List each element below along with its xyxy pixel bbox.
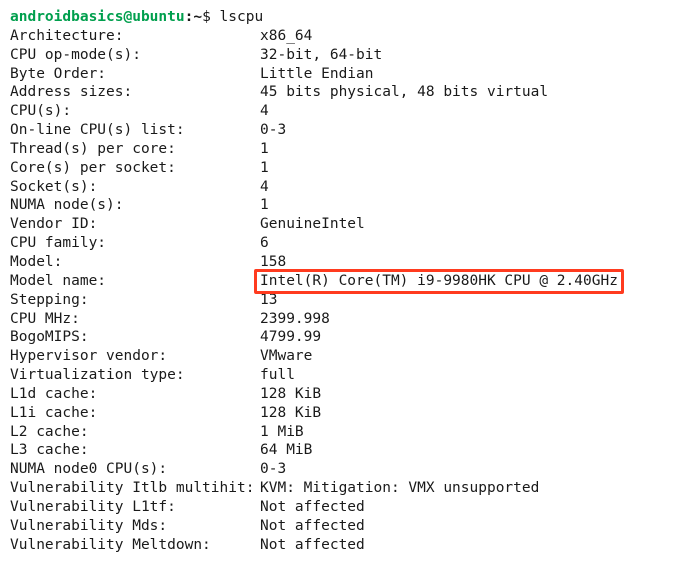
output-row: CPU family:6 xyxy=(10,234,666,253)
output-key: On-line CPU(s) list: xyxy=(10,121,260,140)
highlighted-value: Intel(R) Core(TM) i9-9980HK CPU @ 2.40GH… xyxy=(260,272,618,291)
command: lscpu xyxy=(220,9,264,25)
output-key: Byte Order: xyxy=(10,65,260,84)
output-row: Socket(s):4 xyxy=(10,178,666,197)
output-value: Intel(R) Core(TM) i9-9980HK CPU @ 2.40GH… xyxy=(260,272,618,291)
output-value: 1 xyxy=(260,159,269,178)
output-key: Address sizes: xyxy=(10,83,260,102)
output-row: CPU op-mode(s):32-bit, 64-bit xyxy=(10,46,666,65)
output-value: 1 MiB xyxy=(260,423,304,442)
output-key: NUMA node(s): xyxy=(10,196,260,215)
output-row: Vendor ID:GenuineIntel xyxy=(10,215,666,234)
terminal-output: androidbasics@ubuntu:~$ lscpu Architectu… xyxy=(0,0,676,568)
output-row: Model name:Intel(R) Core(TM) i9-9980HK C… xyxy=(10,272,666,291)
output-row: L2 cache:1 MiB xyxy=(10,423,666,442)
output-row: CPU(s):4 xyxy=(10,102,666,121)
output-row: Byte Order:Little Endian xyxy=(10,65,666,84)
output-value: 4799.99 xyxy=(260,328,321,347)
output-key: L3 cache: xyxy=(10,441,260,460)
output-key: BogoMIPS: xyxy=(10,328,260,347)
output-key: L1i cache: xyxy=(10,404,260,423)
output-value: 0-3 xyxy=(260,121,286,140)
output-value: 1 xyxy=(260,140,269,159)
output-row: Virtualization type:full xyxy=(10,366,666,385)
output-row: Vulnerability Itlb multihit:KVM: Mitigat… xyxy=(10,479,666,498)
output-value: 158 xyxy=(260,253,286,272)
output-key: Virtualization type: xyxy=(10,366,260,385)
output-row: L1d cache:128 KiB xyxy=(10,385,666,404)
output-key: Vendor ID: xyxy=(10,215,260,234)
output-key: CPU(s): xyxy=(10,102,260,121)
output-key: CPU family: xyxy=(10,234,260,253)
output-key: Vulnerability Itlb multihit: xyxy=(10,479,260,498)
output-row: NUMA node(s):1 xyxy=(10,196,666,215)
output-key: Model: xyxy=(10,253,260,272)
output-value: 128 KiB xyxy=(260,404,321,423)
lscpu-rows: Architecture:x86_64CPU op-mode(s):32-bit… xyxy=(10,27,666,555)
output-row: Hypervisor vendor:VMware xyxy=(10,347,666,366)
output-key: Hypervisor vendor: xyxy=(10,347,260,366)
output-value: Not affected xyxy=(260,536,365,555)
output-key: Architecture: xyxy=(10,27,260,46)
prompt-cwd: ~ xyxy=(193,9,202,25)
output-key: Stepping: xyxy=(10,291,260,310)
output-key: Model name: xyxy=(10,272,260,291)
output-row: NUMA node0 CPU(s):0-3 xyxy=(10,460,666,479)
output-key: Vulnerability Meltdown: xyxy=(10,536,260,555)
output-row: Vulnerability Mds:Not affected xyxy=(10,517,666,536)
output-value: 64 MiB xyxy=(260,441,312,460)
output-key: Socket(s): xyxy=(10,178,260,197)
output-key: Core(s) per socket: xyxy=(10,159,260,178)
output-value: 13 xyxy=(260,291,277,310)
output-value: GenuineIntel xyxy=(260,215,365,234)
output-value: 2399.998 xyxy=(260,310,330,329)
output-value: Not affected xyxy=(260,517,365,536)
output-value: 0-3 xyxy=(260,460,286,479)
output-row: Thread(s) per core:1 xyxy=(10,140,666,159)
output-row: On-line CPU(s) list:0-3 xyxy=(10,121,666,140)
output-row: Architecture:x86_64 xyxy=(10,27,666,46)
output-value: 6 xyxy=(260,234,269,253)
output-key: Thread(s) per core: xyxy=(10,140,260,159)
output-row: Vulnerability Meltdown:Not affected xyxy=(10,536,666,555)
output-row: Stepping:13 xyxy=(10,291,666,310)
output-row: CPU MHz:2399.998 xyxy=(10,310,666,329)
output-key: L1d cache: xyxy=(10,385,260,404)
output-key: CPU MHz: xyxy=(10,310,260,329)
output-value: Little Endian xyxy=(260,65,374,84)
output-value: 128 KiB xyxy=(260,385,321,404)
output-value: 4 xyxy=(260,102,269,121)
output-value: x86_64 xyxy=(260,27,312,46)
output-key: Vulnerability L1tf: xyxy=(10,498,260,517)
output-row: Model:158 xyxy=(10,253,666,272)
output-row: L3 cache:64 MiB xyxy=(10,441,666,460)
output-row: Address sizes:45 bits physical, 48 bits … xyxy=(10,83,666,102)
prompt-line: androidbasics@ubuntu:~$ lscpu xyxy=(10,8,666,27)
output-key: CPU op-mode(s): xyxy=(10,46,260,65)
output-value: KVM: Mitigation: VMX unsupported xyxy=(260,479,539,498)
output-value: 4 xyxy=(260,178,269,197)
output-value: VMware xyxy=(260,347,312,366)
output-row: L1i cache:128 KiB xyxy=(10,404,666,423)
output-value: Not affected xyxy=(260,498,365,517)
output-value: full xyxy=(260,366,295,385)
output-key: L2 cache: xyxy=(10,423,260,442)
output-value: 32-bit, 64-bit xyxy=(260,46,382,65)
output-key: NUMA node0 CPU(s): xyxy=(10,460,260,479)
output-value: 45 bits physical, 48 bits virtual xyxy=(260,83,548,102)
output-row: Vulnerability L1tf:Not affected xyxy=(10,498,666,517)
prompt-dollar: $ xyxy=(202,9,211,25)
output-value: 1 xyxy=(260,196,269,215)
prompt-user-host: androidbasics@ubuntu xyxy=(10,9,185,25)
output-row: Core(s) per socket:1 xyxy=(10,159,666,178)
output-key: Vulnerability Mds: xyxy=(10,517,260,536)
output-row: BogoMIPS:4799.99 xyxy=(10,328,666,347)
